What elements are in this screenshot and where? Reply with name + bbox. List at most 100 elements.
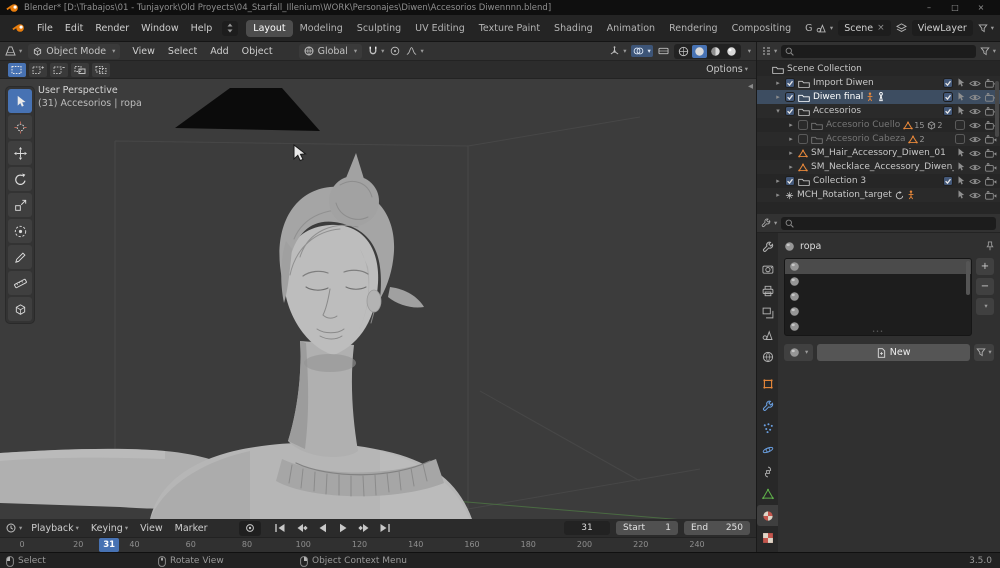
cursor-toggle[interactable] — [957, 78, 965, 88]
outliner-row[interactable]: ▸ Accesorio Cuello 15 2 — [757, 118, 1000, 132]
menu-help[interactable]: Help — [185, 21, 219, 36]
menu-file[interactable]: File — [31, 21, 59, 36]
tool-cursor[interactable] — [8, 115, 32, 139]
properties-tab-object[interactable] — [757, 373, 778, 394]
workspace-tab-geometry-nod[interactable]: Geometry Nod — [798, 20, 812, 37]
select-mode-extend[interactable] — [29, 62, 47, 77]
jump-to-start-button[interactable] — [271, 521, 290, 536]
material-slot[interactable] — [785, 274, 971, 289]
workspace-tab-modeling[interactable]: Modeling — [293, 20, 350, 37]
list-resize-grip[interactable]: ••• — [872, 329, 884, 335]
collection-checkbox[interactable] — [785, 106, 795, 116]
timeline-menu-keying[interactable]: Keying ▾ — [85, 521, 134, 536]
collection-checkbox[interactable] — [785, 92, 795, 102]
collection-checkbox[interactable] — [785, 78, 795, 88]
cursor-toggle[interactable] — [957, 176, 965, 186]
viewport-menu-select[interactable]: Select — [162, 44, 203, 59]
outliner-row[interactable]: ▸ MCH_Rotation_target — [757, 188, 1000, 202]
eye-toggle[interactable] — [969, 191, 981, 200]
next-keyframe-button[interactable] — [355, 521, 374, 536]
cursor-toggle[interactable] — [957, 148, 965, 158]
outliner-row[interactable]: Scene Collection — [757, 62, 1000, 76]
viewport-menu-view[interactable]: View — [126, 44, 161, 59]
expand-arrow-icon[interactable]: ▸ — [774, 93, 782, 101]
frame-end-field[interactable]: End 250 — [684, 521, 750, 535]
eye-toggle[interactable] — [969, 163, 981, 172]
properties-tab-tool[interactable] — [757, 236, 778, 257]
timeline-ruler[interactable]: 31 0 20 40 60 80 100 120 140 160 180 200 220 240 — [0, 538, 756, 552]
viewport-menu-object[interactable]: Object — [236, 44, 279, 59]
play-button[interactable] — [334, 521, 353, 536]
exclude-checkbox[interactable] — [943, 92, 953, 102]
tool-transform[interactable] — [8, 219, 32, 243]
cursor-toggle[interactable] — [957, 92, 965, 102]
properties-tab-output[interactable] — [757, 280, 778, 301]
select-mode-new[interactable] — [8, 62, 26, 77]
slot-specials-button[interactable]: ▾ — [976, 298, 994, 315]
maximize-button[interactable]: □ — [942, 3, 968, 12]
timeline-menu-playback[interactable]: Playback ▾ — [25, 521, 85, 536]
eye-toggle[interactable] — [969, 79, 981, 88]
outliner-editor-type-icon[interactable]: ▾ — [761, 46, 777, 56]
expand-arrow-icon[interactable]: ▸ — [787, 163, 795, 171]
tool-add-cube[interactable] — [8, 297, 32, 321]
expand-arrow-icon[interactable]: ▾ — [774, 107, 782, 115]
timeline-menu-marker[interactable]: Marker — [169, 521, 214, 536]
tool-rotate[interactable] — [8, 167, 32, 191]
viewport-scene[interactable] — [0, 79, 756, 519]
eye-toggle[interactable] — [969, 93, 981, 102]
xray-toggle-icon[interactable] — [658, 46, 669, 56]
properties-tab-physics[interactable] — [757, 439, 778, 460]
material-slot[interactable] — [785, 289, 971, 304]
outliner-search-input[interactable] — [781, 44, 976, 58]
shading-rendered-icon[interactable] — [724, 45, 739, 58]
outliner-row[interactable]: ▸ Import Diwen — [757, 76, 1000, 90]
properties-tab-view-layer[interactable] — [757, 302, 778, 323]
workspace-tab-shading[interactable]: Shading — [547, 20, 600, 37]
tool-measure[interactable] — [8, 271, 32, 295]
properties-tab-object-data[interactable] — [757, 483, 778, 504]
tool-annotate[interactable] — [8, 245, 32, 269]
exclude-checkbox[interactable] — [955, 134, 965, 144]
cursor-toggle[interactable] — [957, 106, 965, 116]
outliner-filter-icon[interactable]: ▾ — [980, 46, 996, 56]
scene-unlink-icon[interactable]: × — [877, 23, 885, 33]
pin-icon[interactable] — [986, 241, 994, 251]
outliner-row[interactable]: ▸ SM_Hair_Accessory_Diwen_01 — [757, 146, 1000, 160]
view-layer-filter-icon[interactable]: ▾ — [978, 23, 994, 33]
tool-move[interactable] — [8, 141, 32, 165]
overlays-toggle-icon[interactable]: ▾ — [631, 45, 653, 57]
properties-tab-modifiers[interactable] — [757, 395, 778, 416]
exclude-checkbox[interactable] — [955, 120, 965, 130]
auto-keying-button[interactable] — [238, 520, 261, 536]
eye-toggle[interactable] — [969, 135, 981, 144]
close-button[interactable]: × — [968, 3, 994, 12]
exclude-checkbox[interactable] — [943, 78, 953, 88]
properties-editor-type-icon[interactable]: ▾ — [761, 218, 777, 228]
outliner-row[interactable]: ▸ Diwen final — [757, 90, 1000, 104]
tool-select-box[interactable] — [8, 89, 32, 113]
select-mode-invert[interactable] — [71, 62, 89, 77]
collection-checkbox[interactable] — [798, 134, 808, 144]
viewport-canvas[interactable]: User Perspective (31) Accesorios | ropa … — [0, 79, 756, 519]
playhead[interactable]: 31 — [99, 538, 120, 552]
properties-tab-render[interactable] — [757, 258, 778, 279]
eye-toggle[interactable] — [969, 177, 981, 186]
eye-toggle[interactable] — [969, 121, 981, 130]
outliner-row[interactable]: ▸ Accesorio Cabeza 2 — [757, 132, 1000, 146]
blender-menu-button[interactable] — [6, 21, 31, 35]
jump-to-end-button[interactable] — [376, 521, 395, 536]
shading-wireframe-icon[interactable] — [676, 45, 691, 58]
material-slots-list[interactable]: ••• — [784, 258, 972, 336]
properties-tab-texture[interactable] — [757, 527, 778, 548]
select-mode-intersect[interactable] — [92, 62, 110, 77]
new-material-button[interactable]: New — [817, 344, 970, 361]
sidebar-collapse-icon[interactable]: ◂ — [748, 81, 753, 92]
camera-toggle[interactable] — [985, 176, 997, 186]
timeline-menu-view[interactable]: View — [134, 521, 169, 536]
collection-checkbox[interactable] — [785, 176, 795, 186]
cursor-toggle[interactable] — [957, 190, 965, 200]
workspace-tab-sculpting[interactable]: Sculpting — [350, 20, 408, 37]
collection-checkbox[interactable] — [798, 120, 808, 130]
menu-window[interactable]: Window — [135, 21, 184, 36]
